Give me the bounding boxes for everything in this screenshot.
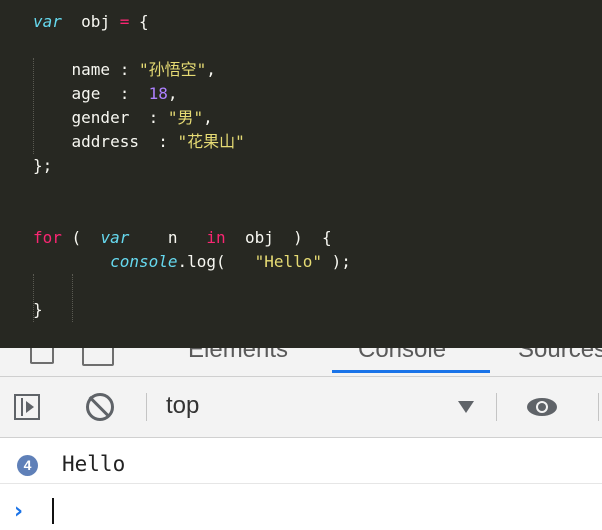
code-token: n — [129, 228, 207, 247]
code-token: for — [33, 228, 62, 247]
code-token: , — [167, 84, 178, 103]
code-editor[interactable]: var obj = { name : "孙悟空", age : 18, gend… — [0, 0, 602, 348]
code-token: "孙悟空" — [138, 60, 207, 79]
code-token: { — [129, 12, 149, 31]
sidebar-toggle-icon[interactable] — [14, 394, 40, 420]
prompt-chevron-icon: › — [14, 499, 24, 524]
code-lines: var obj = { name : "孙悟空", age : 18, gend… — [33, 10, 351, 322]
console-toolbar: top — [0, 377, 602, 438]
toolbar-divider — [598, 393, 599, 421]
code-token: console — [110, 252, 178, 271]
code-line: } — [33, 298, 351, 322]
eye-icon-pupil — [538, 403, 546, 411]
device-toolbar-icon[interactable] — [82, 348, 114, 366]
code-line: age : 18, — [33, 82, 351, 106]
tab-elements[interactable]: Elements — [188, 348, 288, 364]
context-selector[interactable]: top — [166, 392, 199, 420]
code-token: var — [100, 228, 130, 247]
code-token: gender : — [33, 108, 168, 127]
devtools-tabbar: Elements Console Sources — [0, 348, 602, 377]
code-token: 18 — [148, 84, 168, 103]
code-token: .log( — [177, 252, 255, 271]
code-line: for ( var n in obj ) { — [33, 226, 351, 250]
code-token: , — [203, 108, 213, 127]
code-token: in — [206, 228, 226, 247]
code-line: name : "孙悟空", — [33, 58, 351, 82]
code-token: } — [33, 300, 43, 319]
toolbar-divider — [146, 393, 147, 421]
code-token: age : — [33, 84, 149, 103]
code-token: }; — [33, 156, 53, 175]
console-message: 4 Hello — [0, 447, 602, 484]
code-token: "男" — [167, 108, 204, 127]
tab-console[interactable]: Console — [358, 348, 446, 364]
text-caret — [52, 498, 54, 524]
console-prompt[interactable]: › — [0, 490, 602, 530]
code-line: }; — [33, 154, 351, 178]
code-line: console.log( "Hello" ); — [33, 250, 351, 274]
repeat-count-badge: 4 — [17, 455, 38, 476]
code-token: address : — [33, 132, 178, 151]
code-token: "花果山" — [177, 132, 245, 151]
toolbar-divider — [496, 393, 497, 421]
code-line: var obj = { — [33, 10, 351, 34]
code-line: address : "花果山" — [33, 130, 351, 154]
code-token: var — [33, 12, 62, 31]
dropdown-arrow-icon[interactable] — [458, 401, 474, 413]
code-token: ( — [61, 228, 101, 247]
code-token: obj ) { — [225, 228, 332, 247]
code-token: name : — [33, 60, 139, 79]
active-tab-indicator — [332, 370, 490, 373]
code-token: "Hello" — [254, 252, 322, 271]
inspect-icon[interactable] — [30, 348, 54, 364]
clear-console-icon[interactable] — [86, 393, 114, 421]
code-token: , — [206, 60, 216, 79]
code-line: gender : "男", — [33, 106, 351, 130]
tab-sources[interactable]: Sources — [518, 348, 602, 364]
code-token: = — [119, 12, 130, 31]
code-token: obj — [61, 12, 120, 31]
console-message-text: Hello — [62, 452, 126, 476]
code-token: ); — [322, 252, 351, 271]
